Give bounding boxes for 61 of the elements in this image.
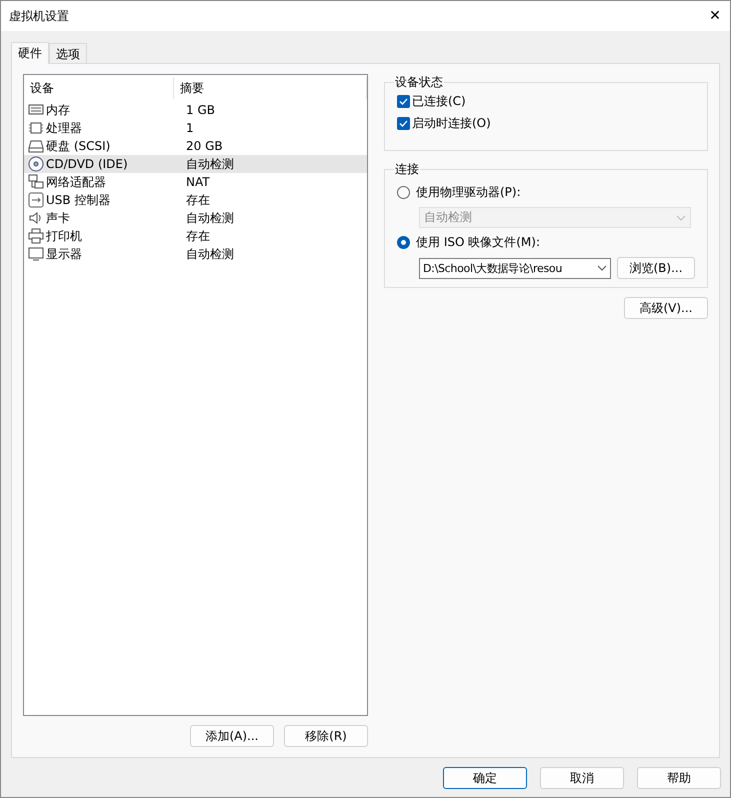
device-summary: NAT (185, 175, 211, 189)
device-row[interactable]: 处理器 1 (24, 119, 367, 137)
device-row[interactable]: 打印机 存在 (24, 227, 367, 245)
radio-label[interactable]: 使用物理驱动器(P): (416, 184, 521, 201)
list-button[interactable]: 添加(A)... (190, 725, 274, 747)
device-summary: 存在 (185, 192, 211, 208)
group-title: 连接 (394, 161, 420, 178)
radio-button[interactable] (397, 186, 410, 199)
device-summary: 1 (185, 121, 195, 135)
device-row[interactable]: 硬盘 (SCSI) 20 GB (24, 137, 367, 155)
column-header[interactable]: 设备 (24, 77, 174, 99)
dialog-button[interactable]: 帮助 (637, 767, 721, 789)
dialog-button[interactable]: 取消 (540, 767, 624, 789)
device-row[interactable]: USB 控制器 存在 (24, 191, 367, 209)
device-row[interactable]: CD/DVD (IDE) 自动检测 (24, 155, 367, 173)
display-icon (28, 246, 44, 262)
device-name: CD/DVD (IDE) (46, 157, 128, 171)
checkbox[interactable] (397, 95, 410, 108)
cd-icon (28, 156, 44, 172)
device-row[interactable]: 内存 1 GB (24, 101, 367, 119)
dialog-button[interactable]: 确定 (443, 767, 527, 789)
tab[interactable]: 选项 (49, 43, 87, 63)
checkbox-label[interactable]: 已连接(C) (412, 93, 466, 110)
advanced-button[interactable]: 高级(V)... (624, 297, 708, 319)
cpu-icon (28, 120, 44, 136)
device-summary: 20 GB (185, 139, 224, 153)
radio-button[interactable] (397, 236, 410, 249)
device-summary: 存在 (185, 228, 211, 244)
device-name: 内存 (46, 102, 70, 118)
column-header[interactable]: 摘要 (174, 77, 367, 99)
dropdown-value: 自动检测 (424, 209, 472, 226)
device-name: 打印机 (46, 228, 82, 244)
close-button[interactable]: ✕ (700, 1, 730, 31)
usb-icon (28, 192, 44, 208)
device-name: 显示器 (46, 246, 82, 262)
device-name: 网络适配器 (46, 174, 106, 190)
window-title: 虚拟机设置 (9, 8, 69, 24)
checkbox[interactable] (397, 117, 410, 130)
device-summary: 自动检测 (185, 210, 235, 226)
checkbox-label[interactable]: 启动时连接(O) (412, 115, 491, 132)
device-name: USB 控制器 (46, 192, 110, 208)
device-name: 硬盘 (SCSI) (46, 138, 110, 154)
device-row[interactable]: 显示器 自动检测 (24, 245, 367, 263)
radio-label[interactable]: 使用 ISO 映像文件(M): (416, 234, 540, 251)
device-row[interactable]: 声卡 自动检测 (24, 209, 367, 227)
device-summary: 1 GB (185, 103, 216, 117)
group-title: 设备状态 (394, 74, 444, 91)
browse-button[interactable]: 浏览(B)... (617, 257, 695, 279)
dropdown[interactable]: D:\School\大数据导论\resou (419, 258, 611, 278)
tab[interactable]: 硬件 (11, 42, 49, 64)
printer-icon (28, 228, 44, 244)
caret-icon (676, 214, 686, 220)
device-summary: 自动检测 (185, 246, 235, 262)
device-name: 声卡 (46, 210, 70, 226)
device-row[interactable]: 网络适配器 NAT (24, 173, 367, 191)
dropdown-value: D:\School\大数据导论\resou (423, 260, 562, 276)
network-icon (28, 174, 44, 190)
caret-icon (597, 265, 607, 271)
device-summary: 自动检测 (185, 156, 235, 172)
device-name: 处理器 (46, 120, 82, 136)
list-button[interactable]: 移除(R) (284, 725, 368, 747)
